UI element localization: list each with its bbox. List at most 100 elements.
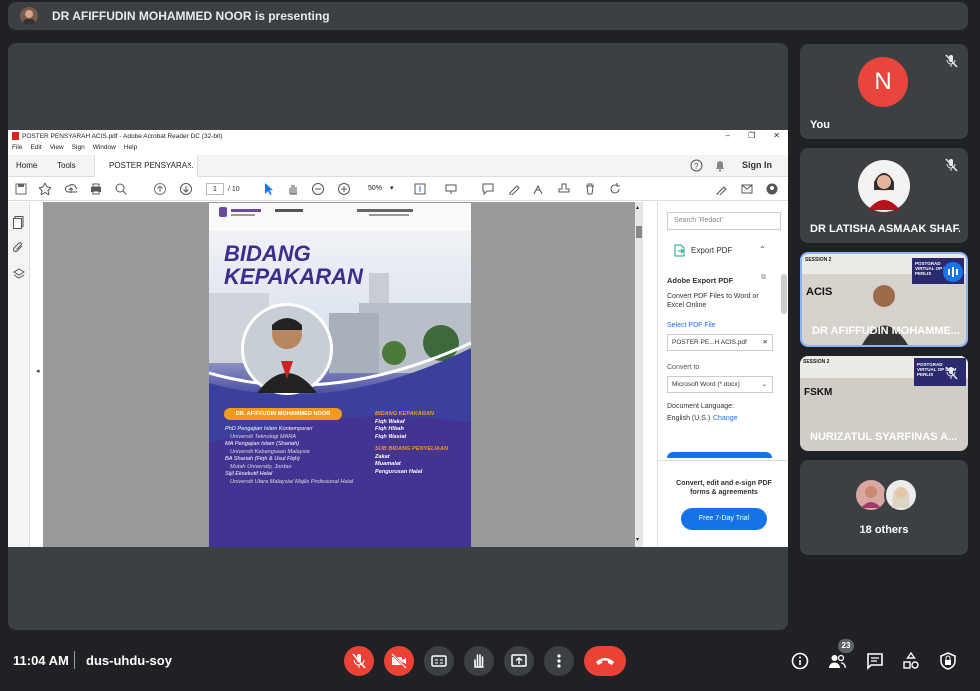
meeting-info-icon[interactable] [791,652,809,670]
divider [74,651,75,669]
maximize-icon[interactable]: ❐ [748,131,755,140]
present-screen-button[interactable] [504,646,534,676]
participant-avatar [854,478,888,512]
selected-file-field[interactable]: POSTER PE...H ACIS.pdf ✕ [667,334,773,351]
menu-view[interactable]: View [50,144,64,151]
bell-icon[interactable] [714,159,726,172]
rotate-icon[interactable] [609,183,621,195]
hang-up-icon [596,658,614,665]
zoom-out-icon[interactable] [312,183,324,195]
menu-help[interactable]: Help [124,144,137,151]
account-icon[interactable] [766,183,778,195]
convert-format-select[interactable]: Microsoft Word (*.docx) ⌄ [667,376,773,393]
save-icon[interactable] [15,183,27,195]
attachment-icon[interactable] [13,242,25,255]
tools-right-pane: Search 'Redact' Export PDF ⌃ Adobe Expor… [657,202,788,547]
draw-icon[interactable] [533,183,545,195]
stamp-icon[interactable] [558,183,570,195]
layers-icon[interactable] [13,268,25,281]
meeting-code: dus-uhdu-soy [86,653,172,668]
page-thumbnails-icon[interactable] [13,216,25,229]
raise-hand-button[interactable] [464,646,494,676]
zoom-select[interactable]: 50% ▾ [360,183,400,195]
highlight-pen-icon[interactable] [508,183,520,195]
speaking-indicator-icon [943,262,963,282]
tab-document[interactable]: POSTER PENSYARA... × [94,155,198,177]
tab-home[interactable]: Home [16,161,37,170]
camera-toggle-button[interactable] [384,646,414,676]
activities-icon[interactable] [902,652,920,670]
delete-icon[interactable] [584,183,596,195]
participant-count-badge: 23 [838,639,854,653]
promo-text: Convert, edit and e-sign PDF forms & agr… [676,480,772,496]
others-count-label: 18 others [859,524,909,536]
page-number-input[interactable]: 1 [206,183,224,195]
tab-close-icon[interactable]: × [187,160,192,169]
selected-file-name: POSTER PE...H ACIS.pdf [672,339,747,346]
tab-document-label: POSTER PENSYARA... [109,161,194,170]
participant-tile-latisha[interactable]: DR LATISHA ASMAAK SHAF... [800,148,968,243]
participant-tile-nurizatul[interactable]: SESSION 2 POSTGRAD VIRTUAL OP UITM PERLI… [800,356,968,451]
leave-call-button[interactable] [584,646,626,676]
participant-name: DR AFIFFUDIN MOHAMME... [812,325,961,337]
menu-window[interactable]: Window [93,144,116,151]
sub-heading: SUB BIDANG PENYELIAAN [375,446,449,452]
clear-file-icon[interactable]: ✕ [763,335,768,350]
collapse-chevron-icon[interactable]: ⌃ [759,245,766,254]
mic-toggle-button[interactable] [344,646,374,676]
panel-collapse-left-icon[interactable]: ◂ [36,367,40,375]
hand-tool-icon[interactable] [287,183,299,195]
free-trial-button[interactable]: Free 7-Day Trial [681,508,767,530]
change-language-link[interactable]: Change [713,415,738,422]
tab-tools[interactable]: Tools [57,161,76,170]
education-school: Universiti Teknologi MARA [230,433,297,440]
menu-sign[interactable]: Sign [72,144,85,151]
zoom-in-icon[interactable] [338,183,350,195]
adobe-export-heading: Adobe Export PDF [667,276,734,285]
convert-button-partial[interactable] [667,452,772,458]
email-icon[interactable] [741,183,753,195]
close-icon[interactable]: ✕ [773,131,780,140]
slide-label: ACIS [806,286,833,298]
search-tools-input[interactable]: Search 'Redact' [667,212,781,230]
scroll-thumb[interactable] [636,226,642,238]
participant-avatar [884,478,918,512]
camera-off-icon [391,653,407,669]
menu-bar: File Edit View Sign Window Help [8,142,788,153]
upload-icon[interactable] [65,183,77,195]
sub-item: Zakat [375,453,390,460]
dropdown-chevron-icon: ⌄ [761,381,767,388]
page-up-icon[interactable] [154,183,166,195]
bookmark-star-icon[interactable] [39,183,51,195]
menu-file[interactable]: File [12,144,22,151]
page-down-icon[interactable] [180,183,192,195]
fit-page-icon[interactable] [414,183,426,195]
people-icon[interactable] [828,652,846,670]
right-pane-scroll-thumb[interactable] [781,274,787,314]
sign-in-button[interactable]: Sign In [742,160,772,170]
chat-icon[interactable] [866,652,884,670]
help-icon[interactable]: ? [690,159,703,172]
menu-edit[interactable]: Edit [30,144,41,151]
scroll-down-icon[interactable]: ▾ [636,536,639,543]
comment-icon[interactable] [482,183,494,195]
print-icon[interactable] [90,183,102,195]
others-tile[interactable]: 18 others [800,460,968,555]
keyboard-icon[interactable] [445,183,457,195]
presenter-avatar [20,7,38,25]
document-scrollbar[interactable]: ▴ ▾ [635,202,643,547]
sign-pen-icon[interactable] [716,183,728,195]
select-cursor-icon[interactable] [262,183,274,195]
zoom-search-icon[interactable] [115,183,127,195]
scroll-up-icon[interactable]: ▴ [636,204,639,211]
participant-tile-you[interactable]: N You [800,44,968,139]
copy-icon[interactable]: ⧉ [761,274,766,282]
mic-off-icon [945,54,958,68]
export-pdf-label[interactable]: Export PDF [691,246,732,255]
minimize-icon[interactable]: – [726,131,730,140]
poster-name-banner: DR. AFIFFUDIN MOHAMMED NOOR [224,408,342,420]
captions-button[interactable] [424,646,454,676]
host-controls-shield-icon[interactable] [939,652,957,670]
more-options-button[interactable] [544,646,574,676]
participant-tile-afiffudin[interactable]: SESSION 2 POSTGRAD VIRTUAL OP UITM PERLI… [800,252,968,347]
